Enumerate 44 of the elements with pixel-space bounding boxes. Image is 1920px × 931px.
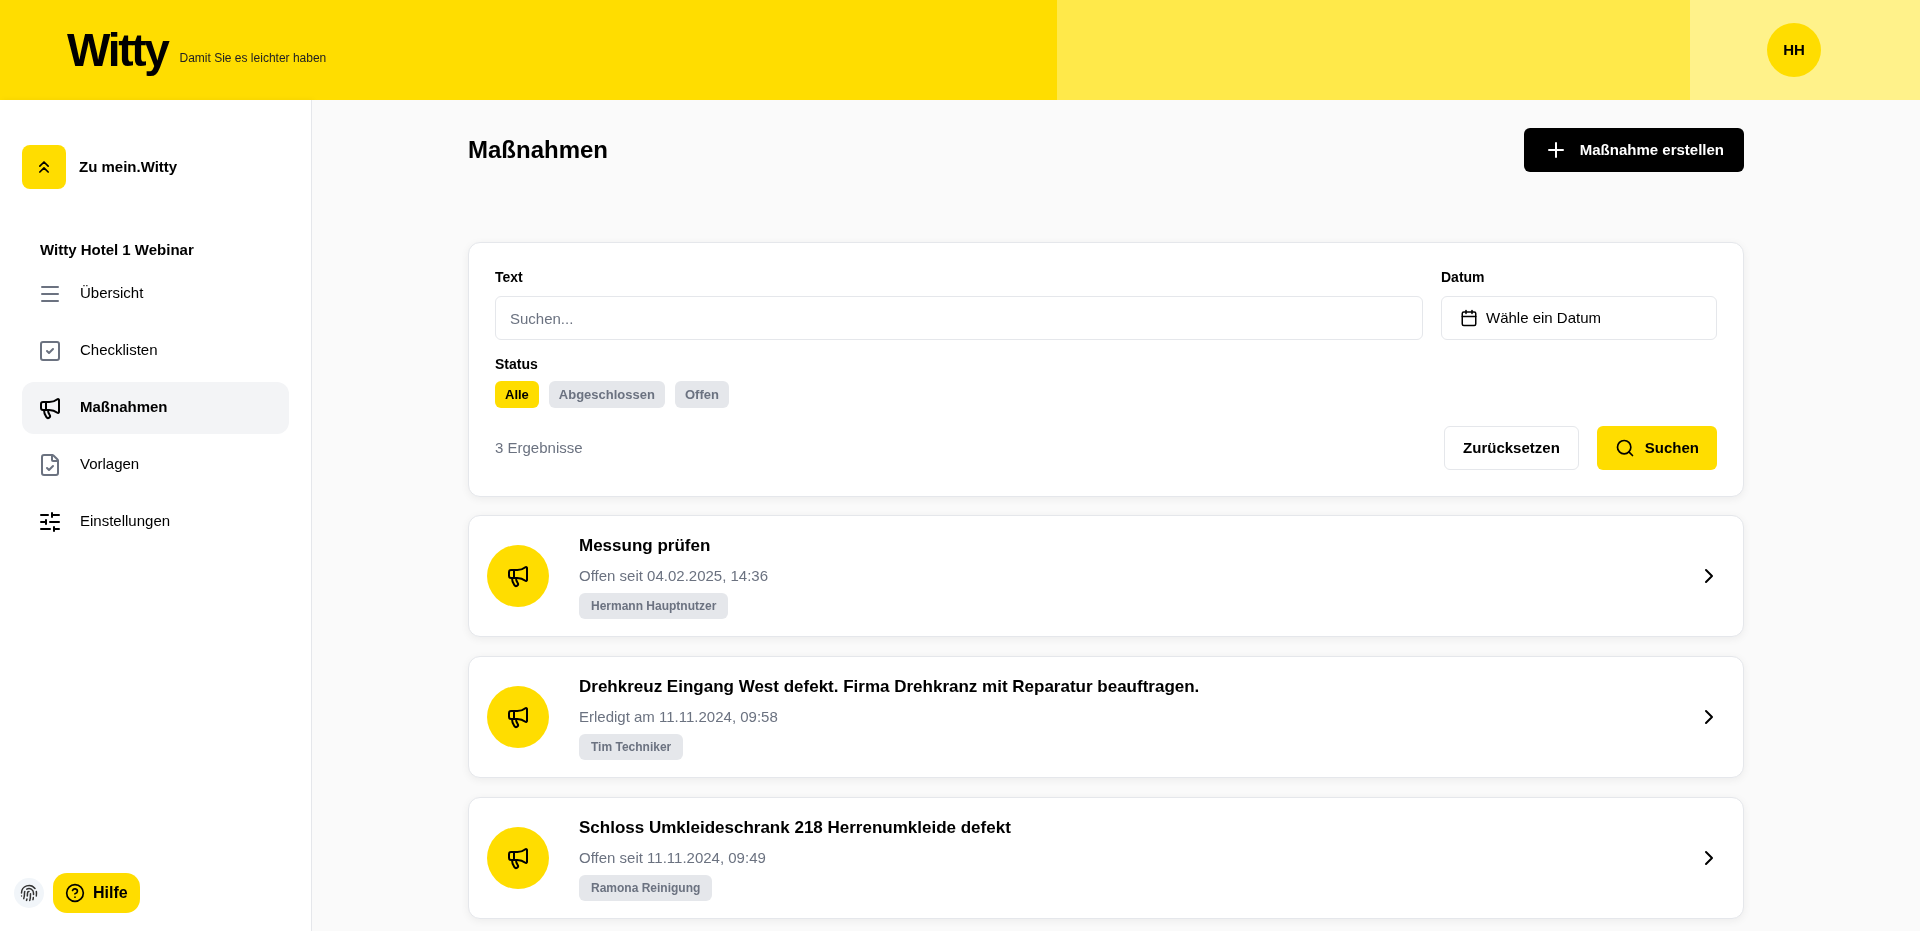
reset-button[interactable]: Zurücksetzen [1444,426,1579,470]
help-button[interactable]: Hilfe [53,873,140,913]
measure-status: Offen seit 11.11.2024, 09:49 [579,847,767,868]
sidebar-item[interactable]: Vorlagen [22,438,289,491]
assignee-tag: Ramona Reinigung [579,875,713,901]
checkbox-icon [38,338,62,363]
measure-title: Messung prüfen [579,535,712,557]
megaphone-icon [38,395,62,420]
search-button[interactable]: Suchen [1596,426,1717,470]
calendar-icon [1460,309,1478,327]
measure-status: Offen seit 04.02.2025, 14:36 [579,565,769,586]
user-avatar[interactable]: HH [1767,23,1821,77]
field-label: Status [495,355,539,374]
sidebar-item[interactable]: Einstellungen [22,495,289,548]
sidebar-item[interactable]: Maßnahmen [22,381,289,434]
status-chip[interactable]: Offen [674,381,729,408]
back-link[interactable]: Zu mein.Witty [22,145,289,189]
measure-title: Drehkreuz Eingang West defekt. Firma Drehkranz mit Reparatur beauftragen. [579,676,1200,698]
assignee-tag: Hermann Hauptnutzer [579,593,729,619]
chevrons-up-icon [22,145,66,189]
document-check-icon [38,452,62,477]
measure-title: Schloss Umkleideschrank 218 Herrenumkleide defekt [579,817,1011,839]
measure-card[interactable]: Drehkreuz Eingang West defekt. Firma Drehkranz mit Reparatur beauftragen. Erledigt am 11.11.2024, 09:58 Tim Techniker [468,656,1744,778]
measure-status: Erledigt am 11.11.2024, 09:58 [579,706,779,727]
tagline: Damit Sie es leichter haben [179,50,327,67]
measure-card[interactable]: Messung prüfen Offen seit 04.02.2025, 14:36 Hermann Hauptnutzer [468,515,1744,637]
assignee-tag: Tim Techniker [579,734,684,760]
status-chip[interactable]: Alle [495,381,539,408]
field-label: Text [495,268,524,287]
page-title: Maßnahmen [468,135,608,165]
sidebar-item[interactable]: Checklisten [22,324,289,377]
date-field[interactable]: Wähle ein Datum [1441,296,1717,340]
fingerprint-icon[interactable] [14,878,44,908]
result-count: 3 Ergebnisse [495,437,583,458]
create-button[interactable]: Maßnahme erstellen [1523,128,1744,172]
search-field[interactable]: Suchen... [495,296,1423,340]
group-label: Witty Hotel 1 Webinar [40,240,195,260]
status-chip[interactable]: Abgeschlossen [548,381,665,408]
sidebar-item[interactable]: Übersicht [22,267,289,320]
field-label: Datum [1441,268,1486,287]
measure-card[interactable]: Schloss Umkleideschrank 218 Herrenumkleide defekt Offen seit 11.11.2024, 09:49 Ramona Reinigung [468,797,1744,919]
sliders-icon [38,509,62,534]
help-icon [65,883,85,903]
search-icon [1614,438,1635,458]
